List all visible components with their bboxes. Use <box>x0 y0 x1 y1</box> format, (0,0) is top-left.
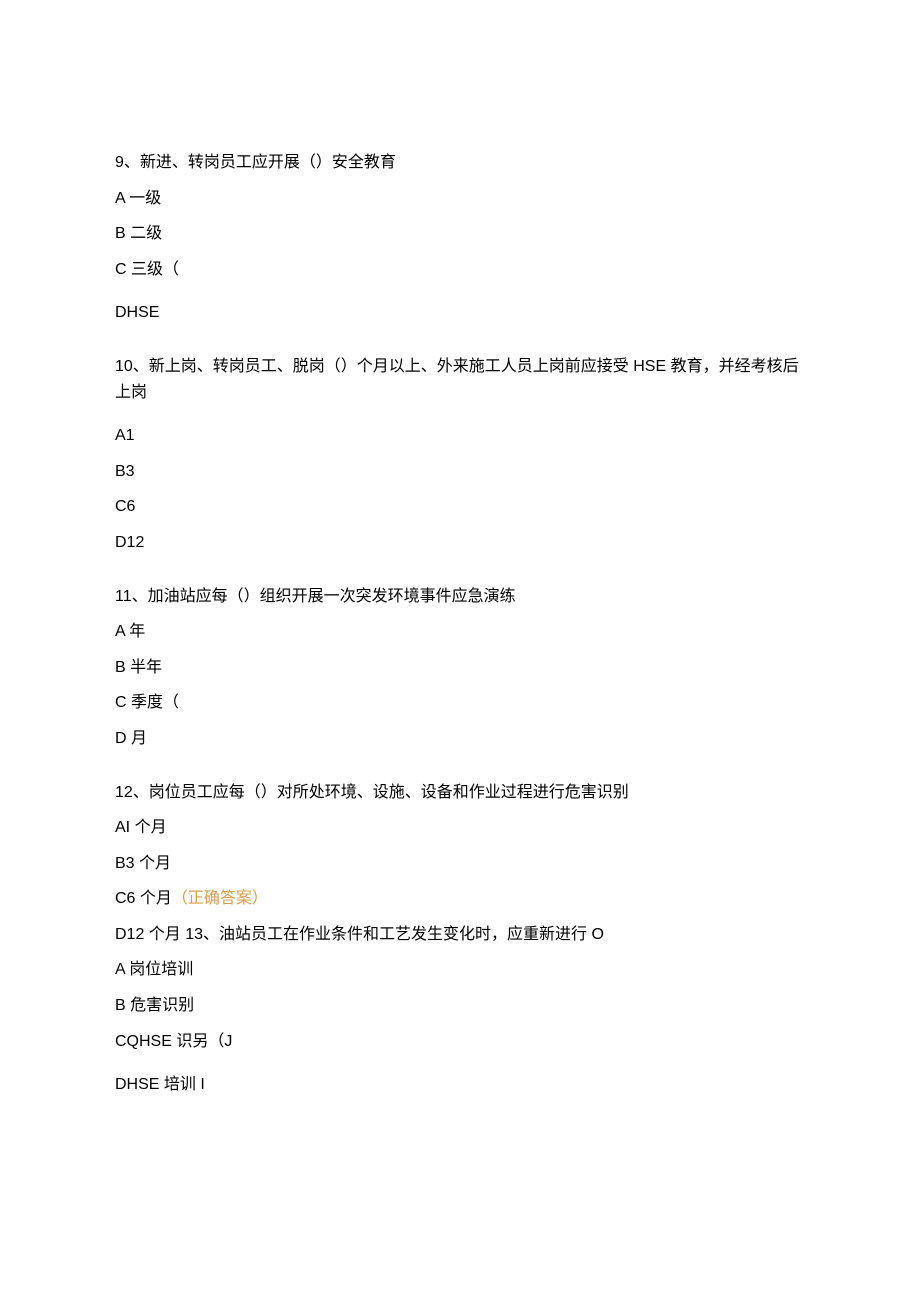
question-11-option-a: A 年 <box>115 619 805 645</box>
correct-answer-label: （正确答案） <box>172 890 268 907</box>
question-11-text: 11、加油站应每（）组织开展一次突发环境事件应急演练 <box>115 584 805 610</box>
question-12: 12、岗位员工应每（）对所处环境、设施、设备和作业过程进行危害识别 AI 个月 … <box>115 780 805 1098</box>
question-9-option-a: A 一级 <box>115 186 805 212</box>
question-12-option-d-and-13: D12 个月 13、油站员工在作业条件和工艺发生变化时，应重新进行 O <box>115 922 805 948</box>
question-13-option-b: B 危害识别 <box>115 993 805 1019</box>
question-10-option-a: A1 <box>115 423 805 449</box>
question-12-option-c: C6 个月（正确答案） <box>115 886 805 912</box>
question-11-option-b: B 半年 <box>115 655 805 681</box>
question-10-option-b: B3 <box>115 459 805 485</box>
question-12-option-c-text: C6 个月 <box>115 890 172 907</box>
question-12-option-a: AI 个月 <box>115 815 805 841</box>
question-12-text: 12、岗位员工应每（）对所处环境、设施、设备和作业过程进行危害识别 <box>115 780 805 806</box>
question-13-option-a: A 岗位培训 <box>115 957 805 983</box>
question-11-option-c: C 季度（ <box>115 690 805 716</box>
question-10: 10、新上岗、转岗员工、脱岗（）个月以上、外来施工人员上岗前应接受 HSE 教育… <box>115 354 805 556</box>
question-9-option-d: DHSE <box>115 300 805 326</box>
question-13-option-d: DHSE 培训 I <box>115 1072 805 1098</box>
question-11: 11、加油站应每（）组织开展一次突发环境事件应急演练 A 年 B 半年 C 季度… <box>115 584 805 752</box>
question-9: 9、新进、转岗员工应开展（）安全教育 A 一级 B 二级 C 三级（ DHSE <box>115 150 805 326</box>
question-10-text: 10、新上岗、转岗员工、脱岗（）个月以上、外来施工人员上岗前应接受 HSE 教育… <box>115 354 805 405</box>
question-9-option-c: C 三级（ <box>115 257 805 283</box>
question-12-option-b: B3 个月 <box>115 851 805 877</box>
question-11-option-d: D 月 <box>115 726 805 752</box>
question-13-option-c: CQHSE 识另（J <box>115 1029 805 1055</box>
question-9-option-b: B 二级 <box>115 221 805 247</box>
question-10-option-d: D12 <box>115 530 805 556</box>
question-10-option-c: C6 <box>115 494 805 520</box>
question-9-text: 9、新进、转岗员工应开展（）安全教育 <box>115 150 805 176</box>
